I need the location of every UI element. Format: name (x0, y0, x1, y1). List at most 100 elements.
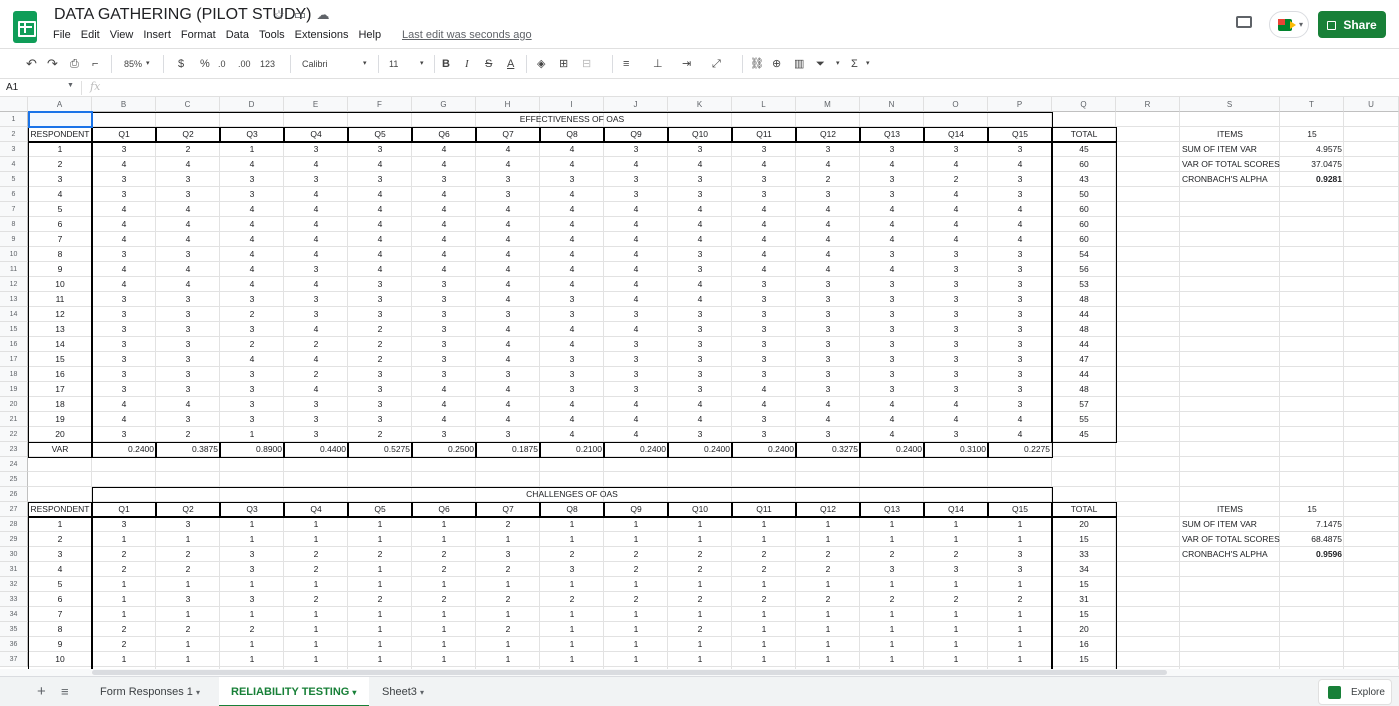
percent-format-button[interactable]: % (200, 57, 210, 71)
comment-history-icon[interactable] (1236, 16, 1252, 28)
explore-button[interactable]: Explore (1318, 679, 1392, 705)
column-header[interactable]: G (412, 97, 476, 112)
row-header[interactable]: 10 (0, 247, 28, 262)
row-header[interactable]: 4 (0, 157, 28, 172)
stat-value[interactable]: 15 (1282, 502, 1342, 517)
row-header[interactable]: 34 (0, 607, 28, 622)
stat-value[interactable]: 7.1475 (1282, 517, 1342, 532)
tab-sheet3[interactable]: Sheet3 ▾ (370, 677, 445, 706)
row-header[interactable]: 1 (0, 112, 28, 127)
row-header[interactable]: 26 (0, 487, 28, 502)
menu-insert[interactable]: Insert (143, 29, 171, 45)
column-header[interactable]: C (156, 97, 220, 112)
redo-icon[interactable]: ↷ (47, 57, 58, 71)
row-header[interactable]: 19 (0, 382, 28, 397)
move-folder-icon[interactable]: ▭ (293, 8, 307, 22)
row-header[interactable]: 13 (0, 292, 28, 307)
row-header[interactable]: 31 (0, 562, 28, 577)
row-header[interactable]: 3 (0, 142, 28, 157)
last-edit-link[interactable]: Last edit was seconds ago (402, 29, 532, 41)
row-header[interactable]: 28 (0, 517, 28, 532)
stat-label[interactable]: ITEMS (1182, 502, 1278, 517)
row-header[interactable]: 11 (0, 262, 28, 277)
row-header[interactable]: 30 (0, 547, 28, 562)
row-header[interactable]: 9 (0, 232, 28, 247)
column-header[interactable]: F (348, 97, 412, 112)
row-header[interactable]: 8 (0, 217, 28, 232)
vertical-align-icon[interactable]: ⊥ (653, 57, 663, 71)
stat-value[interactable]: 15 (1282, 127, 1342, 142)
column-header[interactable]: I (540, 97, 604, 112)
insert-comment-icon[interactable]: ⊕ (772, 57, 781, 71)
increase-decimal-button[interactable]: .00 (238, 57, 251, 71)
column-header[interactable]: N (860, 97, 924, 112)
all-sheets-icon[interactable]: ≡ (61, 677, 69, 706)
menu-format[interactable]: Format (181, 29, 216, 45)
column-header[interactable]: B (92, 97, 156, 112)
filter-icon[interactable]: ⏷ (816, 57, 825, 71)
menu-tools[interactable]: Tools (259, 29, 285, 45)
formula-input[interactable] (112, 79, 1392, 97)
menu-help[interactable]: Help (358, 29, 381, 45)
row-header[interactable]: 36 (0, 637, 28, 652)
row-header[interactable]: 24 (0, 457, 28, 472)
column-header[interactable]: D (220, 97, 284, 112)
scrollbar-thumb[interactable] (92, 670, 1167, 675)
print-icon[interactable]: ⎙ (70, 57, 79, 71)
sheets-logo-icon[interactable] (13, 11, 37, 43)
stat-label[interactable]: SUM OF ITEM VAR (1182, 517, 1278, 532)
borders-icon[interactable]: ⊞ (559, 57, 568, 71)
text-rotate-icon[interactable]: ⤢ (712, 57, 721, 71)
column-header[interactable]: O (924, 97, 988, 112)
stat-value[interactable]: 37.0475 (1282, 157, 1342, 172)
tab-reliability-testing[interactable]: RELIABILITY TESTING ▾ (219, 677, 369, 706)
decrease-decimal-button[interactable]: .0 (218, 57, 226, 71)
column-header[interactable]: P (988, 97, 1052, 112)
row-header[interactable]: 2 (0, 127, 28, 142)
strikethrough-button[interactable]: S (485, 57, 492, 71)
horizontal-scrollbar[interactable] (0, 669, 1399, 676)
more-formats-button[interactable]: 123 (260, 57, 275, 71)
merge-cells-icon[interactable]: ⊟ (582, 57, 591, 71)
font-family-select[interactable]: Calibri (302, 57, 328, 71)
stat-label[interactable]: ITEMS (1182, 127, 1278, 142)
fill-color-icon[interactable]: ◈ (537, 57, 545, 71)
row-header[interactable]: 15 (0, 322, 28, 337)
row-header[interactable]: 5 (0, 172, 28, 187)
column-header[interactable]: J (604, 97, 668, 112)
undo-icon[interactable]: ↶ (26, 57, 37, 71)
stat-label[interactable]: CRONBACH'S ALPHA (1182, 172, 1278, 187)
column-header[interactable]: S (1180, 97, 1280, 112)
row-header[interactable]: 23 (0, 442, 28, 457)
zoom-select[interactable]: 85% (124, 57, 142, 71)
text-color-button[interactable]: A (507, 57, 514, 71)
row-header[interactable]: 25 (0, 472, 28, 487)
column-header[interactable]: M (796, 97, 860, 112)
column-header[interactable]: E (284, 97, 348, 112)
row-header[interactable]: 29 (0, 532, 28, 547)
font-size-select[interactable]: 11 (389, 57, 398, 71)
menu-data[interactable]: Data (226, 29, 249, 45)
stat-value[interactable]: 0.9596 (1282, 547, 1342, 562)
menu-extensions[interactable]: Extensions (295, 29, 349, 45)
row-header[interactable]: 32 (0, 577, 28, 592)
column-header[interactable]: A (28, 97, 92, 112)
add-sheet-icon[interactable]: + (37, 677, 46, 706)
row-header[interactable]: 33 (0, 592, 28, 607)
row-header[interactable]: 17 (0, 352, 28, 367)
stat-value[interactable]: 4.9575 (1282, 142, 1342, 157)
menu-file[interactable]: File (53, 29, 71, 45)
horizontal-align-icon[interactable]: ≡ (623, 57, 629, 71)
row-header[interactable]: 6 (0, 187, 28, 202)
spreadsheet-grid[interactable]: ABCDEFGHIJKLMNOPQRSTU 1 2 3 4 5 6 7 8 9 10 11 12 13 1… (0, 97, 1399, 669)
column-header[interactable]: H (476, 97, 540, 112)
column-header[interactable]: T (1280, 97, 1344, 112)
insert-link-icon[interactable]: ⛓ (750, 57, 764, 71)
share-button[interactable]: Share (1318, 11, 1386, 38)
paint-format-icon[interactable]: ⌐ (92, 57, 98, 71)
stat-value[interactable]: 68.4875 (1282, 532, 1342, 547)
row-header[interactable]: 27 (0, 502, 28, 517)
currency-format-button[interactable]: $ (178, 57, 184, 71)
row-header[interactable]: 35 (0, 622, 28, 637)
stat-value[interactable]: 0.9281 (1282, 172, 1342, 187)
